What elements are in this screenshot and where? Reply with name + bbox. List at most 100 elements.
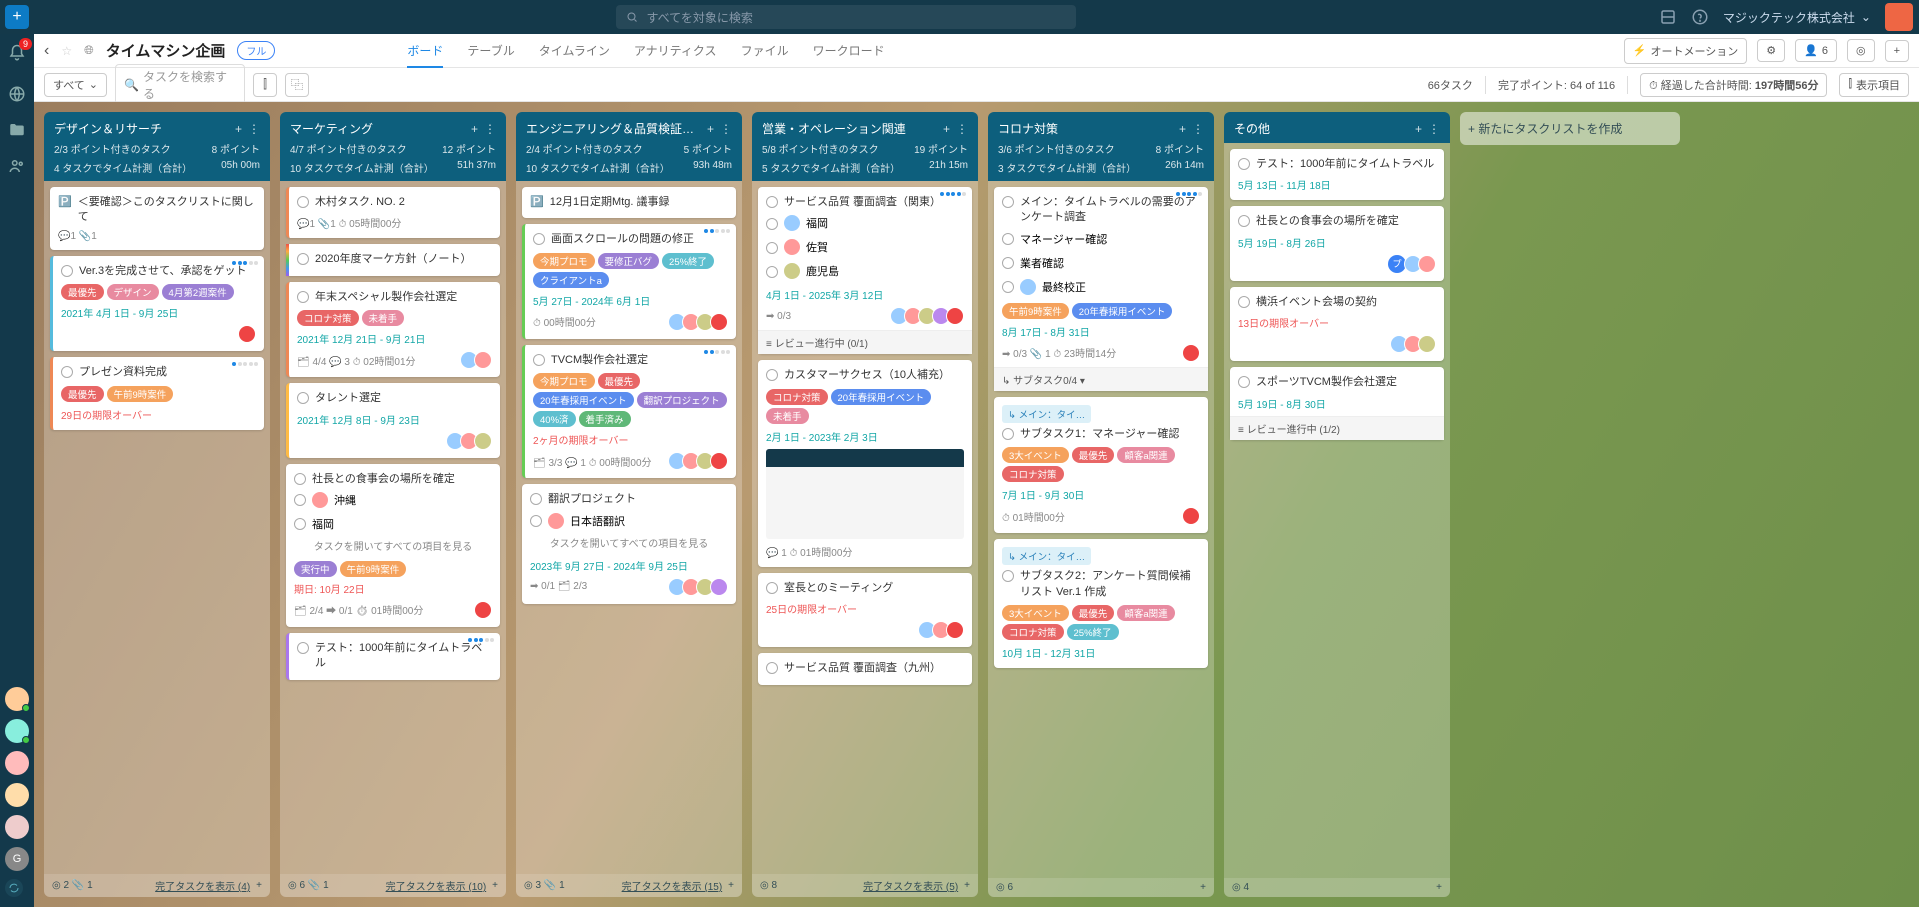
complete-toggle[interactable] — [1002, 570, 1014, 582]
globe-icon[interactable] — [8, 85, 26, 103]
tab-timeline[interactable]: タイムライン — [539, 34, 610, 67]
task-card[interactable]: 🅿️＜要確認＞このタスクリストに関して 💬1 📎1 — [50, 187, 264, 250]
complete-toggle[interactable] — [61, 366, 73, 378]
list-body[interactable]: メイン：タイムトラベルの需要のアンケート調査 マネージャー確認業者確認最終校正 … — [988, 181, 1214, 878]
refresh-icon[interactable] — [5, 879, 23, 897]
elapsed-time[interactable]: ⏱ 経過した合計時間: 197時間56分 — [1640, 73, 1827, 97]
list-body[interactable]: 🅿️12月1日定期Mtg. 議事録 画面スクロールの問題の修正 今期プロモ要修正… — [516, 181, 742, 874]
task-card[interactable]: スポーツTVCM製作会社選定 5月 19日 - 8月 30日 ≡ レビュー進行中… — [1230, 367, 1444, 439]
task-card[interactable]: 2020年度マーケ方針（ノート） — [286, 244, 500, 275]
complete-toggle[interactable] — [1002, 196, 1014, 208]
complete-toggle[interactable] — [297, 291, 309, 303]
workspace-switcher[interactable]: マジックテック株式会社 ⌄ — [1723, 9, 1871, 26]
task-card[interactable]: Ver.3を完成させて、承認をゲット 最優先デザイン4月第2週案件 2021年 … — [50, 256, 264, 351]
task-card[interactable]: 年末スペシャル製作会社選定 コロナ対策未着手 2021年 12月 21日 - 9… — [286, 282, 500, 377]
complete-toggle[interactable] — [1238, 158, 1250, 170]
share-button[interactable]: ◎ — [1847, 39, 1875, 62]
new-list-button[interactable]: + 新たにタスクリストを作成 — [1460, 112, 1680, 145]
automation-button[interactable]: ⚡ オートメーション — [1624, 38, 1747, 64]
back-button[interactable]: ‹ — [44, 42, 49, 60]
complete-toggle[interactable] — [1238, 215, 1250, 227]
task-card[interactable]: サービス品質 覆面調査（九州） — [758, 653, 972, 684]
tab-workload[interactable]: ワークロード — [813, 34, 885, 67]
add-task-button[interactable]: + — [471, 122, 478, 136]
complete-toggle[interactable] — [1002, 428, 1014, 440]
display-options[interactable]: ⫿ 表示項目 — [1839, 73, 1909, 97]
list-body[interactable]: 🅿️＜要確認＞このタスクリストに関して 💬1 📎1 Ver.3を完成させて、承認… — [44, 181, 270, 874]
task-card[interactable]: 社長との食事会の場所を確定 沖縄福岡 タスクを開いてすべての項目を見る 実行中午… — [286, 464, 500, 627]
globe-small-icon[interactable]: 🌐︎ — [84, 43, 94, 58]
filter-button[interactable]: ⫿ — [253, 73, 277, 97]
show-completed[interactable]: 完了タスクを表示 (15) — [622, 878, 723, 893]
list-add-footer[interactable]: + — [256, 880, 262, 891]
task-card[interactable]: 横浜イベント会場の契約 13日の期限オーバー — [1230, 287, 1444, 361]
expand-subtasks[interactable]: タスクを開いてすべての項目を見る — [294, 535, 492, 556]
add-task-button[interactable]: + — [1179, 122, 1186, 136]
show-completed[interactable]: 完了タスクを表示 (5) — [863, 878, 958, 893]
task-card[interactable]: タレント選定 2021年 12月 8日 - 9月 23日 — [286, 383, 500, 457]
list-add-footer[interactable]: + — [1200, 882, 1206, 893]
list-add-footer[interactable]: + — [964, 880, 970, 891]
subtask-toggle[interactable]: ↳ サブタスク0/4 ▾ — [994, 367, 1208, 391]
complete-toggle[interactable] — [297, 253, 309, 265]
notifications-button[interactable]: 9 — [8, 44, 26, 67]
user-avatar[interactable] — [1885, 3, 1913, 31]
list-menu-button[interactable]: ⋮ — [1428, 122, 1440, 136]
task-card[interactable]: カスタマーサクセス（10人補充） コロナ対策20年春採用イベント未着手 2月 1… — [758, 360, 972, 566]
global-create-button[interactable]: + — [5, 5, 29, 29]
guest-avatar[interactable]: G — [5, 847, 29, 871]
list-menu-button[interactable]: ⋮ — [720, 122, 732, 136]
list-body[interactable]: テスト：1000年前にタイムトラベル 5月 13日 - 11月 18日 社長との… — [1224, 143, 1450, 878]
complete-toggle[interactable] — [766, 369, 778, 381]
task-card[interactable]: ↳ メイン：タイ… サブタスク2：アンケート質問候補リスト Ver.1 作成 3… — [994, 539, 1208, 668]
people-icon[interactable] — [8, 157, 26, 175]
show-completed[interactable]: 完了タスクを表示 (10) — [386, 878, 487, 893]
global-search[interactable]: すべてを対象に検索 — [616, 5, 1076, 29]
task-card[interactable]: 木村タスク. NO. 2 💬1 📎1 ⏱ 05時間00分 — [286, 187, 500, 238]
scan-icon[interactable] — [1659, 8, 1677, 26]
filter-all[interactable]: すべて ⌄ — [44, 73, 107, 97]
task-card[interactable]: テスト：1000年前にタイムトラベル 5月 13日 - 11月 18日 — [1230, 149, 1444, 200]
tab-analytics[interactable]: アナリティクス — [634, 34, 717, 67]
complete-toggle[interactable] — [294, 473, 306, 485]
complete-toggle[interactable] — [530, 493, 542, 505]
add-task-button[interactable]: + — [1415, 122, 1422, 136]
folder-icon[interactable] — [8, 121, 26, 139]
tab-files[interactable]: ファイル — [741, 34, 789, 67]
star-icon[interactable]: ☆ — [61, 44, 72, 58]
list-add-footer[interactable]: + — [728, 880, 734, 891]
list-menu-button[interactable]: ⋮ — [248, 122, 260, 136]
complete-toggle[interactable] — [297, 196, 309, 208]
list-add-footer[interactable]: + — [492, 880, 498, 891]
task-card[interactable]: TVCM製作会社選定 今期プロモ最優先20年春採用イベント翻訳プロジェクト40%… — [522, 345, 736, 478]
task-card[interactable]: 社長との食事会の場所を確定 5月 19日 - 8月 26日 プ — [1230, 206, 1444, 280]
task-card[interactable]: サービス品質 覆面調査（関東） 福岡佐賀鹿児島 4月 1日 - 2025年 3月… — [758, 187, 972, 354]
task-card[interactable]: 🅿️12月1日定期Mtg. 議事録 — [522, 187, 736, 218]
complete-toggle[interactable] — [533, 354, 545, 366]
copy-button[interactable]: ⿻ — [285, 73, 309, 97]
complete-toggle[interactable] — [1238, 376, 1250, 388]
list-add-footer[interactable]: + — [1436, 882, 1442, 893]
task-card[interactable]: プレゼン資料完成 最優先午前9時案件 29日の期限オーバー — [50, 357, 264, 429]
complete-toggle[interactable] — [766, 196, 778, 208]
add-task-button[interactable]: + — [707, 122, 714, 136]
add-task-button[interactable]: + — [943, 122, 950, 136]
complete-toggle[interactable] — [766, 582, 778, 594]
task-card[interactable]: ↳ メイン：タイ… サブタスク1：マネージャー確認 3大イベント最優先顧客a関連… — [994, 397, 1208, 533]
presence-avatar[interactable] — [5, 687, 29, 711]
complete-toggle[interactable] — [61, 265, 73, 277]
tab-table[interactable]: テーブル — [467, 34, 514, 67]
list-menu-button[interactable]: ⋮ — [956, 122, 968, 136]
list-menu-button[interactable]: ⋮ — [484, 122, 496, 136]
complete-toggle[interactable] — [297, 392, 309, 404]
add-task-button[interactable]: + — [235, 122, 242, 136]
list-menu-button[interactable]: ⋮ — [1192, 122, 1204, 136]
board-canvas[interactable]: デザイン＆リサーチ + ⋮ 2/3 ポイント付きのタスク8 ポイント 4 タスク… — [34, 102, 1919, 907]
tab-board[interactable]: ボード — [407, 34, 443, 67]
members-button[interactable]: 👤 6 — [1795, 39, 1837, 62]
task-card[interactable]: 翻訳プロジェクト 日本語翻訳 タスクを開いてすべての項目を見る 2023年 9月… — [522, 484, 736, 603]
add-button[interactable]: + — [1885, 40, 1909, 62]
settings-button[interactable]: ⚙ — [1757, 39, 1785, 62]
help-icon[interactable] — [1691, 8, 1709, 26]
presence-avatar[interactable] — [5, 783, 29, 807]
